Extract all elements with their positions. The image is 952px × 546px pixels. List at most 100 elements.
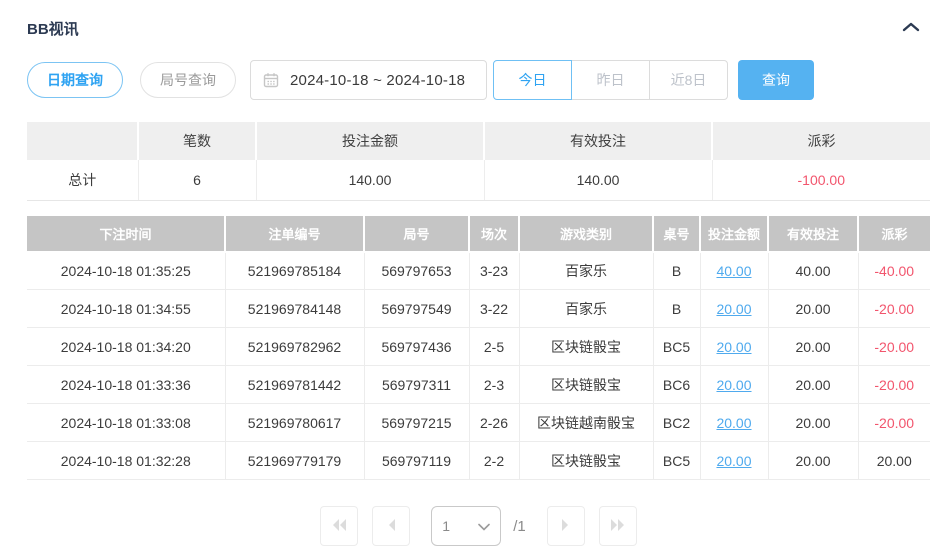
cell-round-no: 569797119 [364, 442, 469, 480]
quick-range-last8days-button[interactable]: 近8日 [649, 60, 728, 100]
col-valid-bet: 有效投注 [768, 216, 858, 252]
cell-round-no: 569797436 [364, 328, 469, 366]
cell-session: 2-2 [469, 442, 519, 480]
cell-session: 3-23 [469, 252, 519, 290]
cell-valid-bet: 20.00 [768, 366, 858, 404]
summary-total-label: 总计 [27, 160, 138, 200]
bet-amount-link[interactable]: 20.00 [716, 301, 751, 317]
cell-order-no: 521969782962 [225, 328, 364, 366]
cell-order-no: 521969781442 [225, 366, 364, 404]
cell-game-type: 区块链越南骰宝 [519, 404, 653, 442]
first-page-button[interactable] [320, 506, 358, 546]
page-title: BB视讯 [27, 18, 79, 39]
next-page-button[interactable] [547, 506, 585, 546]
bet-amount-link[interactable]: 20.00 [716, 377, 751, 393]
bet-amount-link[interactable]: 20.00 [716, 453, 751, 469]
summary-total-count: 6 [138, 160, 256, 200]
cell-session: 2-5 [469, 328, 519, 366]
cell-valid-bet: 20.00 [768, 328, 858, 366]
cell-payout: -20.00 [858, 404, 930, 442]
table-row: 2024-10-18 01:33:36 521969781442 5697973… [27, 366, 930, 404]
cell-round-no: 569797653 [364, 252, 469, 290]
cell-bet-time: 2024-10-18 01:33:36 [27, 366, 225, 404]
cell-session: 2-26 [469, 404, 519, 442]
table-row: 2024-10-18 01:34:55 521969784148 5697975… [27, 290, 930, 328]
summary-col-count: 笔数 [138, 122, 256, 160]
date-range-input[interactable]: 2024-10-18 ~ 2024-10-18 [250, 60, 487, 100]
double-chevron-right-icon [610, 518, 626, 535]
cell-valid-bet: 40.00 [768, 252, 858, 290]
bet-amount-link[interactable]: 20.00 [716, 415, 751, 431]
quick-range-group: 今日 昨日 近8日 [493, 60, 728, 100]
cell-game-type: 区块链骰宝 [519, 328, 653, 366]
cell-payout: 20.00 [858, 442, 930, 480]
chevron-up-icon [902, 21, 920, 36]
cell-game-type: 百家乐 [519, 252, 653, 290]
bet-amount-link[interactable]: 40.00 [716, 263, 751, 279]
calendar-icon [263, 72, 279, 88]
bets-table: 下注时间 注单编号 局号 场次 游戏类别 桌号 投注金额 有效投注 派彩 202… [27, 216, 930, 481]
cell-order-no: 521969784148 [225, 290, 364, 328]
cell-game-type: 百家乐 [519, 290, 653, 328]
bets-header-row: 下注时间 注单编号 局号 场次 游戏类别 桌号 投注金额 有效投注 派彩 [27, 216, 930, 252]
cell-round-no: 569797215 [364, 404, 469, 442]
cell-game-type: 区块链骰宝 [519, 366, 653, 404]
cell-payout: -40.00 [858, 252, 930, 290]
table-row: 2024-10-18 01:32:28 521969779179 5697971… [27, 442, 930, 480]
summary-table: 笔数 投注金额 有效投注 派彩 总计 6 140.00 140.00 -100.… [27, 122, 930, 201]
cell-bet-time: 2024-10-18 01:35:25 [27, 252, 225, 290]
round-query-tab[interactable]: 局号查询 [140, 62, 236, 98]
cell-round-no: 569797311 [364, 366, 469, 404]
prev-page-button[interactable] [372, 506, 410, 546]
summary-col-valid-bet: 有效投注 [484, 122, 712, 160]
cell-bet-time: 2024-10-18 01:32:28 [27, 442, 225, 480]
summary-col-empty [27, 122, 138, 160]
chevron-left-icon [386, 518, 396, 535]
cell-order-no: 521969779179 [225, 442, 364, 480]
summary-total-payout: -100.00 [712, 160, 930, 200]
col-table-no: 桌号 [653, 216, 700, 252]
cell-payout: -20.00 [858, 290, 930, 328]
cell-order-no: 521969785184 [225, 252, 364, 290]
page-select[interactable]: 1 [431, 506, 501, 546]
table-row: 2024-10-18 01:33:08 521969780617 5697972… [27, 404, 930, 442]
summary-total-bet-amount: 140.00 [256, 160, 484, 200]
date-query-tab[interactable]: 日期查询 [27, 62, 123, 98]
page-select-value: 1 [442, 518, 450, 534]
cell-valid-bet: 20.00 [768, 442, 858, 480]
summary-total-row: 总计 6 140.00 140.00 -100.00 [27, 160, 930, 200]
last-page-button[interactable] [599, 506, 637, 546]
summary-col-payout: 派彩 [712, 122, 930, 160]
bet-amount-link[interactable]: 20.00 [716, 339, 751, 355]
cell-table-no: B [653, 290, 700, 328]
cell-table-no: BC5 [653, 328, 700, 366]
cell-payout: -20.00 [858, 366, 930, 404]
quick-range-today-button[interactable]: 今日 [493, 60, 572, 100]
col-game-type: 游戏类别 [519, 216, 653, 252]
double-chevron-left-icon [331, 518, 347, 535]
col-bet-amount: 投注金额 [700, 216, 768, 252]
cell-valid-bet: 20.00 [768, 290, 858, 328]
collapse-panel-button[interactable] [892, 19, 930, 38]
table-row: 2024-10-18 01:34:20 521969782962 5697974… [27, 328, 930, 366]
chevron-right-icon [561, 518, 571, 535]
cell-table-no: BC6 [653, 366, 700, 404]
table-row: 2024-10-18 01:35:25 521969785184 5697976… [27, 252, 930, 290]
cell-round-no: 569797549 [364, 290, 469, 328]
quick-range-yesterday-button[interactable]: 昨日 [571, 60, 650, 100]
cell-bet-time: 2024-10-18 01:34:55 [27, 290, 225, 328]
col-payout: 派彩 [858, 216, 930, 252]
cell-payout: -20.00 [858, 328, 930, 366]
cell-table-no: BC2 [653, 404, 700, 442]
summary-header-row: 笔数 投注金额 有效投注 派彩 [27, 122, 930, 160]
col-round-no: 局号 [364, 216, 469, 252]
summary-total-valid-bet: 140.00 [484, 160, 712, 200]
pagination: 1 /1 [27, 506, 930, 546]
bb-video-panel: BB视讯 日期查询 局号查询 2024-10-18 ~ 2024-10-18 [0, 0, 952, 546]
search-button[interactable]: 查询 [738, 60, 814, 100]
cell-table-no: B [653, 252, 700, 290]
cell-table-no: BC5 [653, 442, 700, 480]
cell-bet-time: 2024-10-18 01:34:20 [27, 328, 225, 366]
cell-session: 3-22 [469, 290, 519, 328]
cell-game-type: 区块链骰宝 [519, 442, 653, 480]
